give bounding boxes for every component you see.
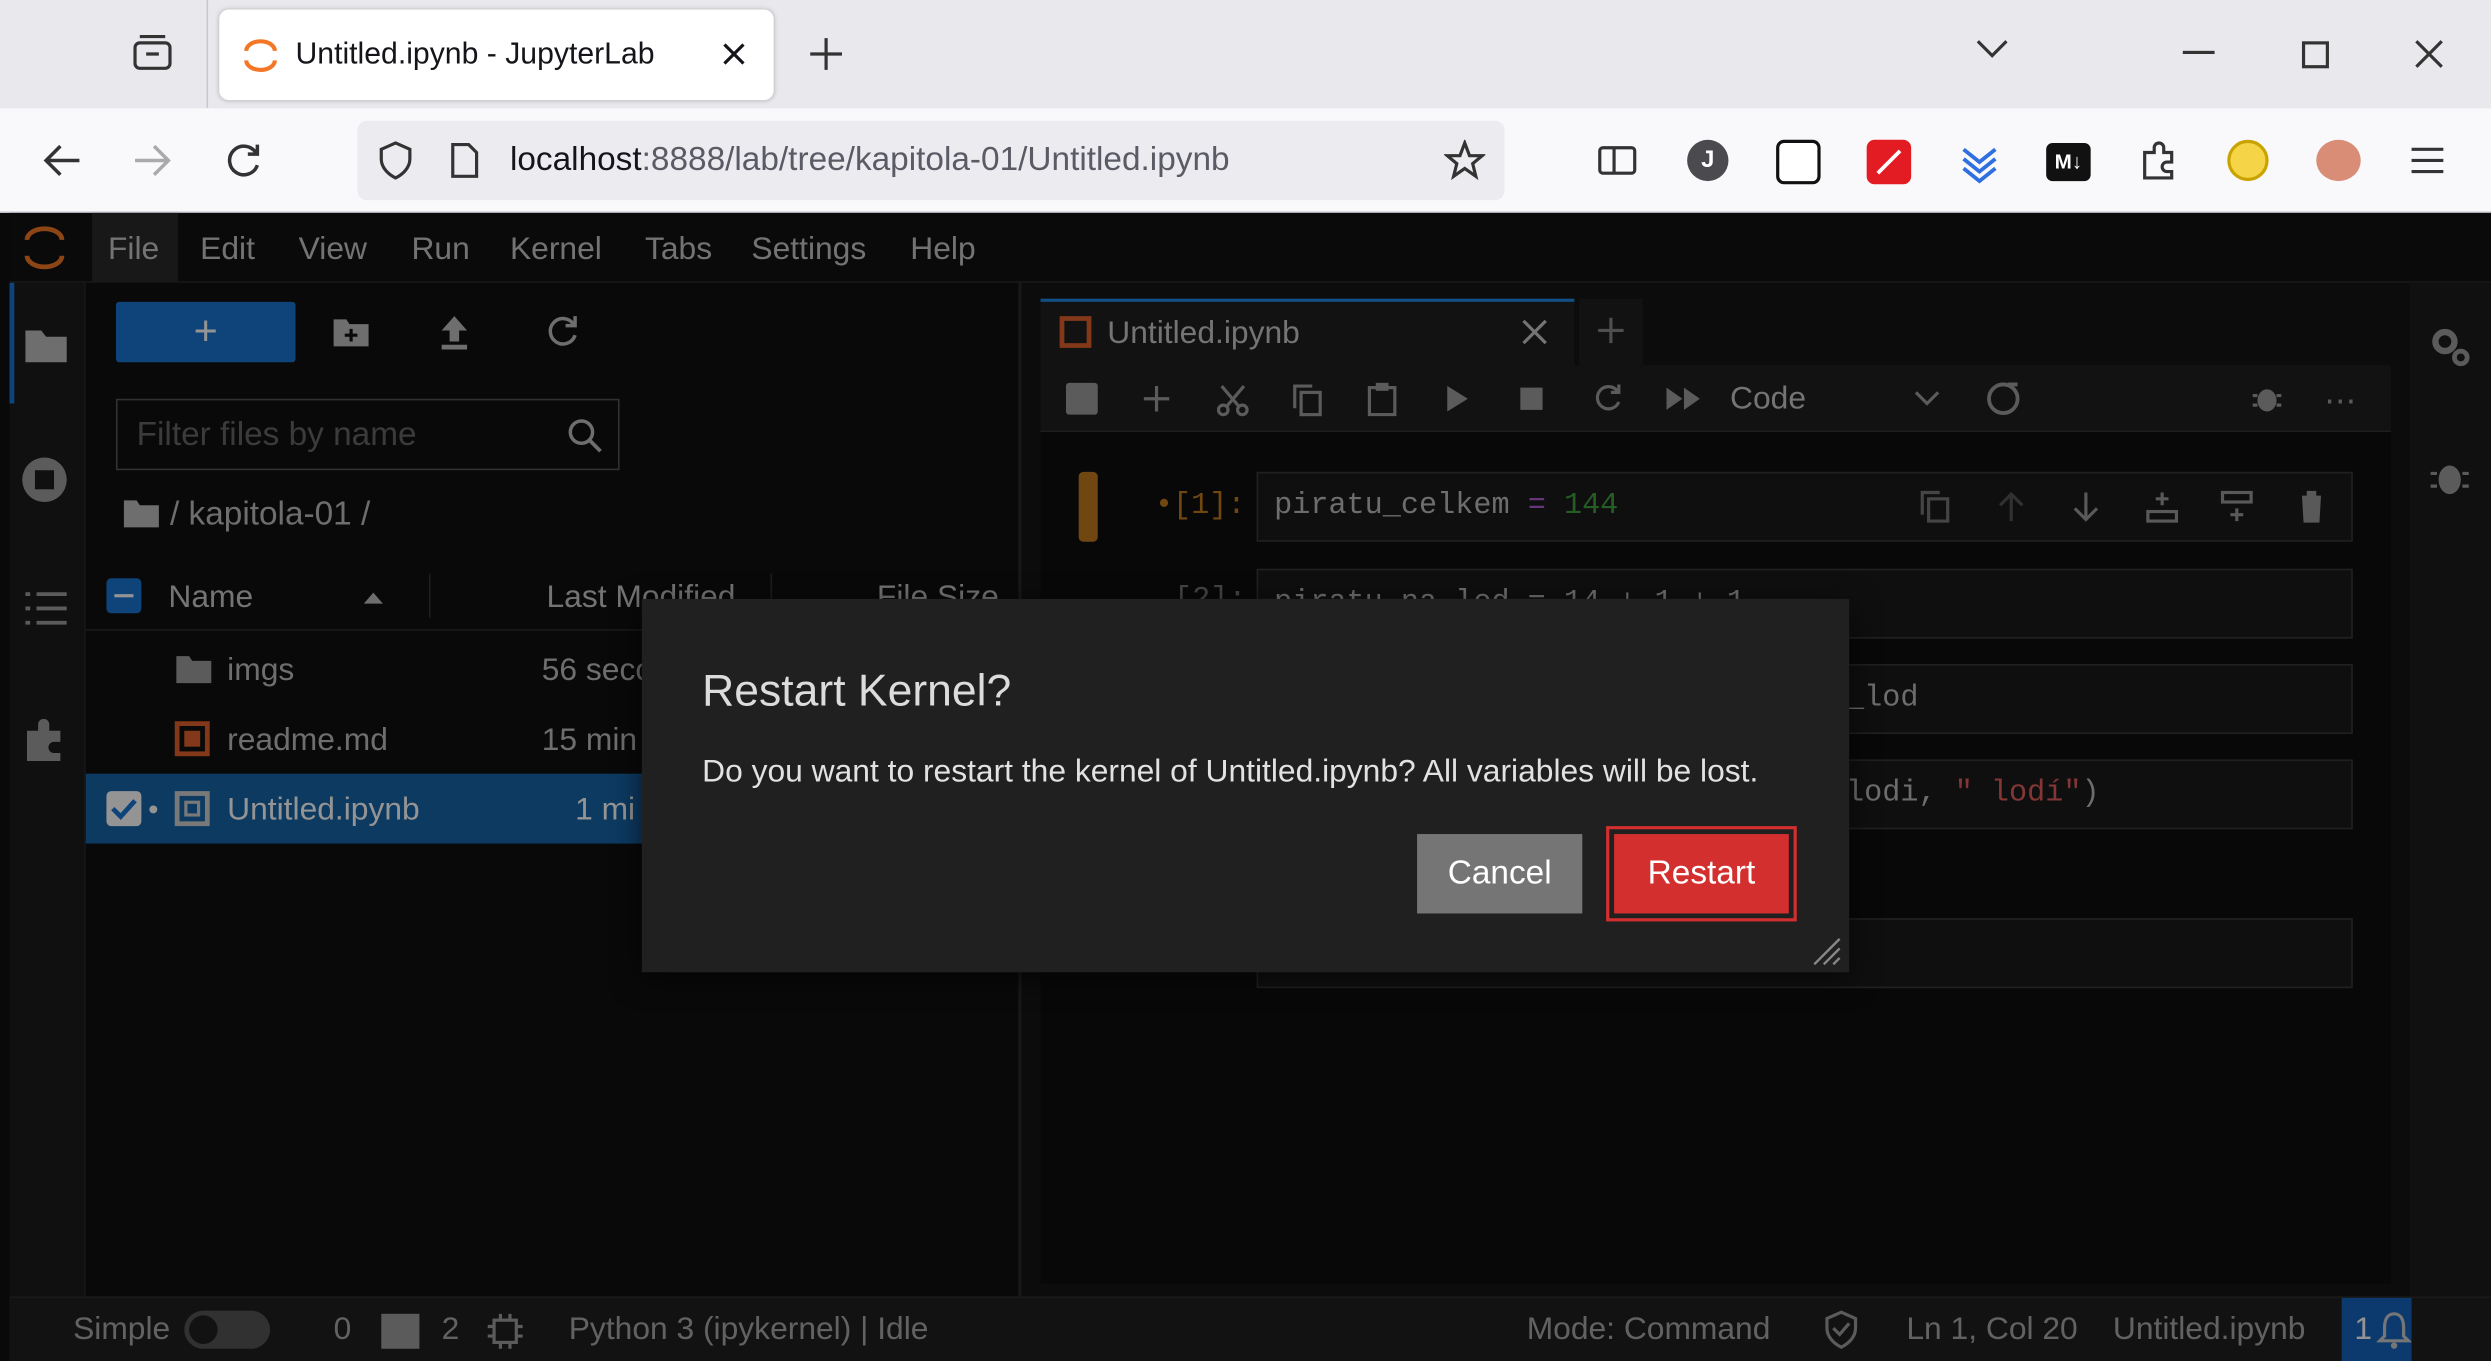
window-close-icon[interactable] bbox=[2413, 38, 2445, 70]
extension-face-icon[interactable] bbox=[2316, 139, 2361, 182]
extensions-puzzle-icon[interactable] bbox=[2138, 140, 2179, 181]
restart-kernel-dialog: Restart Kernel? Do you want to restart t… bbox=[641, 598, 1850, 973]
new-tab-icon[interactable] bbox=[807, 35, 845, 73]
list-all-tabs-icon[interactable] bbox=[1975, 38, 2010, 60]
dialog-message: Do you want to restart the kernel of Unt… bbox=[702, 754, 1759, 790]
url-text[interactable]: localhost:8888/lab/tree/kapitola-01/Unti… bbox=[510, 141, 1230, 179]
url-host: localhost bbox=[509, 141, 642, 178]
address-bar[interactable]: localhost:8888/lab/tree/kapitola-01/Unti… bbox=[357, 120, 1505, 201]
jupyter-favicon-icon bbox=[241, 37, 279, 75]
browser-navigation-bar: localhost:8888/lab/tree/kapitola-01/Unti… bbox=[0, 108, 2491, 213]
browser-tab-title: Untitled.ipynb - JupyterLab bbox=[295, 38, 655, 72]
hamburger-menu-icon[interactable] bbox=[2408, 143, 2446, 178]
restart-button[interactable]: Restart bbox=[1606, 826, 1797, 922]
cancel-button[interactable]: Cancel bbox=[1417, 834, 1583, 914]
account-j-icon[interactable]: J bbox=[1687, 139, 1729, 182]
shield-icon[interactable] bbox=[377, 140, 415, 181]
bookmark-star-icon[interactable] bbox=[1444, 139, 1486, 181]
extension-edit-icon[interactable] bbox=[1776, 139, 1821, 185]
dialog-title: Restart Kernel? bbox=[702, 665, 1012, 715]
forward-icon[interactable] bbox=[132, 140, 173, 181]
resize-handle-icon[interactable] bbox=[1808, 933, 1843, 968]
minimize-icon[interactable] bbox=[2182, 50, 2215, 55]
extension-layers-icon[interactable] bbox=[1957, 140, 2001, 184]
reload-icon[interactable] bbox=[222, 140, 263, 181]
extension-yellow-icon[interactable] bbox=[2227, 139, 2269, 182]
markdown-extension-icon[interactable]: M↓ bbox=[2046, 142, 2091, 182]
url-path: :8888/lab/tree/kapitola-01/Untitled.ipyn… bbox=[641, 141, 1230, 178]
tab-groups-icon[interactable] bbox=[130, 32, 174, 76]
tab-divider bbox=[206, 0, 209, 109]
close-tab-icon[interactable] bbox=[718, 38, 750, 70]
maximize-icon[interactable] bbox=[2301, 41, 2329, 69]
page-info-icon[interactable] bbox=[448, 141, 480, 179]
back-icon[interactable] bbox=[41, 140, 82, 181]
browser-tab-strip: Untitled.ipynb - JupyterLab bbox=[0, 0, 2491, 109]
reader-view-icon[interactable] bbox=[1597, 143, 1638, 178]
browser-tab-active[interactable]: Untitled.ipynb - JupyterLab bbox=[219, 9, 774, 101]
extension-magic-icon[interactable] bbox=[1866, 139, 1912, 185]
